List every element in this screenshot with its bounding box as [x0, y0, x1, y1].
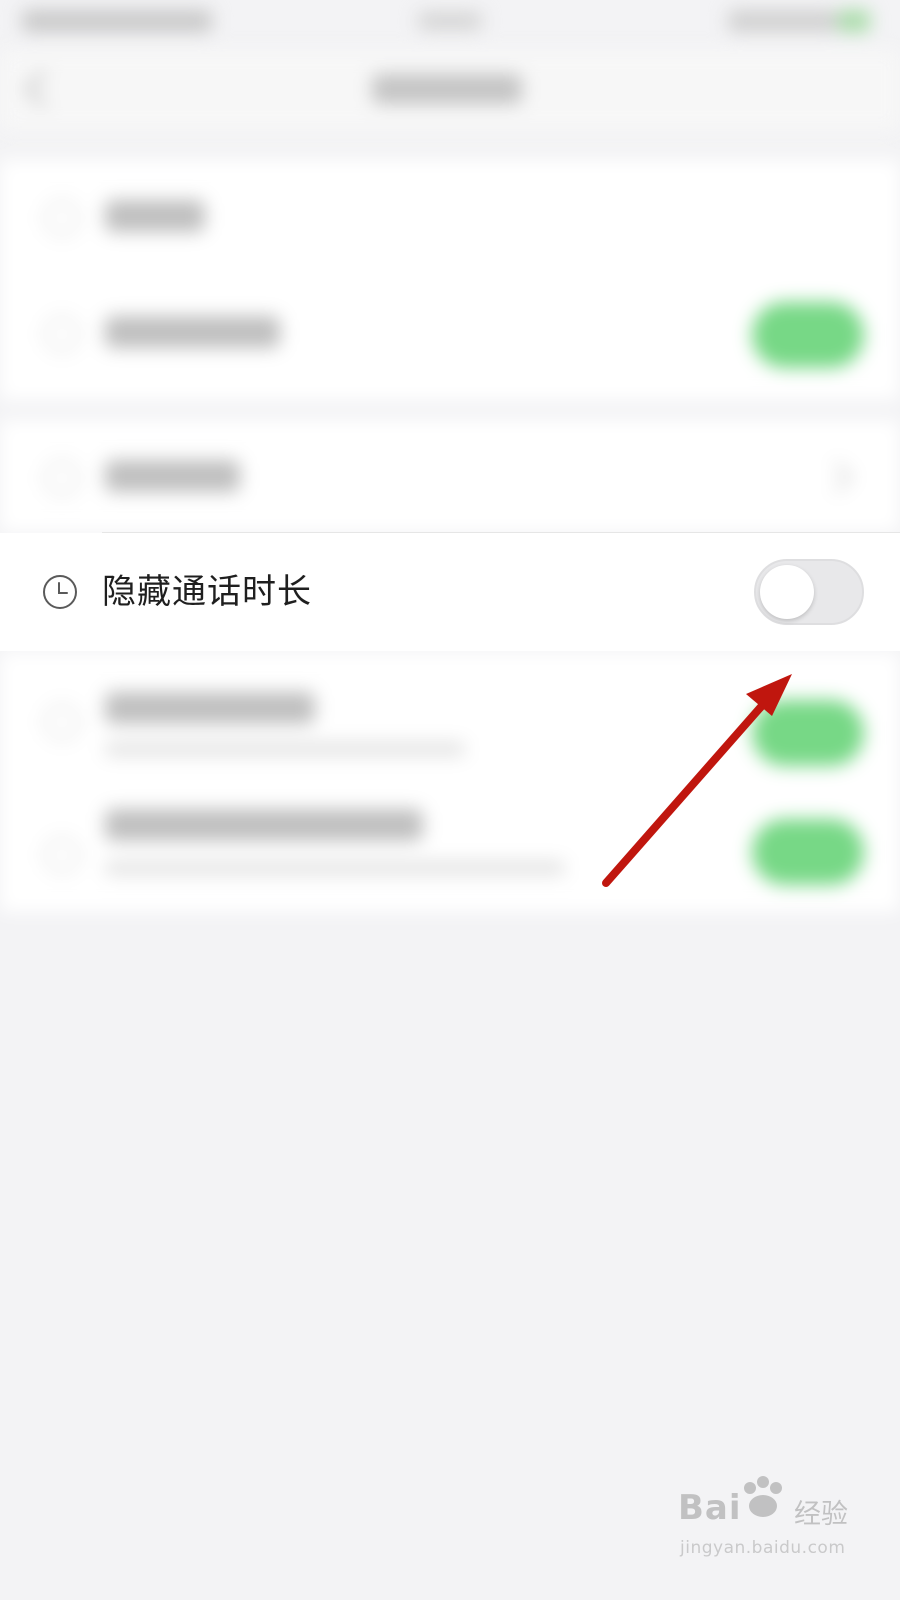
blurred-background [0, 0, 900, 960]
back-icon[interactable] [24, 70, 62, 108]
row-icon [44, 200, 80, 236]
settings-row[interactable] [0, 280, 900, 390]
settings-group-3 [0, 652, 900, 912]
toggle-knob [760, 565, 814, 619]
setting-label: 隐藏通话时长 [102, 572, 312, 612]
row-label [105, 200, 205, 232]
toggle-switch[interactable] [752, 302, 864, 368]
nav-bar [0, 50, 900, 130]
row-icon [44, 704, 80, 740]
hide-call-duration-toggle[interactable] [754, 559, 864, 625]
toggle-switch[interactable] [752, 819, 864, 885]
status-center [418, 12, 482, 30]
row-icon [44, 460, 80, 496]
chevron-right-icon [821, 461, 853, 493]
row-subtitle [105, 861, 565, 875]
row-label [105, 316, 280, 348]
settings-row[interactable] [0, 652, 900, 777]
row-icon [44, 316, 80, 352]
settings-row[interactable] [0, 160, 900, 270]
page-title [372, 74, 522, 104]
row-label [105, 692, 315, 724]
watermark-brand: Bai [678, 1488, 742, 1528]
row-icon [44, 837, 80, 873]
settings-row[interactable] [0, 777, 900, 907]
row-label [105, 460, 240, 492]
battery-icon [838, 10, 870, 32]
status-bar [0, 0, 900, 44]
status-time [22, 10, 212, 32]
settings-group-1 [0, 160, 900, 400]
row-subtitle [105, 742, 465, 756]
watermark-url: jingyan.baidu.com [680, 1538, 846, 1558]
watermark-brand-cn: 经验 [794, 1499, 848, 1530]
row-label [105, 809, 423, 841]
clock-icon [43, 575, 77, 609]
status-indicators [728, 10, 838, 32]
watermark: Bai 经验 jingyan.baidu.com [676, 1474, 866, 1584]
settings-group-2 [0, 420, 900, 532]
settings-row[interactable] [0, 420, 900, 530]
paw-icon [744, 1476, 782, 1517]
toggle-switch[interactable] [752, 700, 864, 766]
